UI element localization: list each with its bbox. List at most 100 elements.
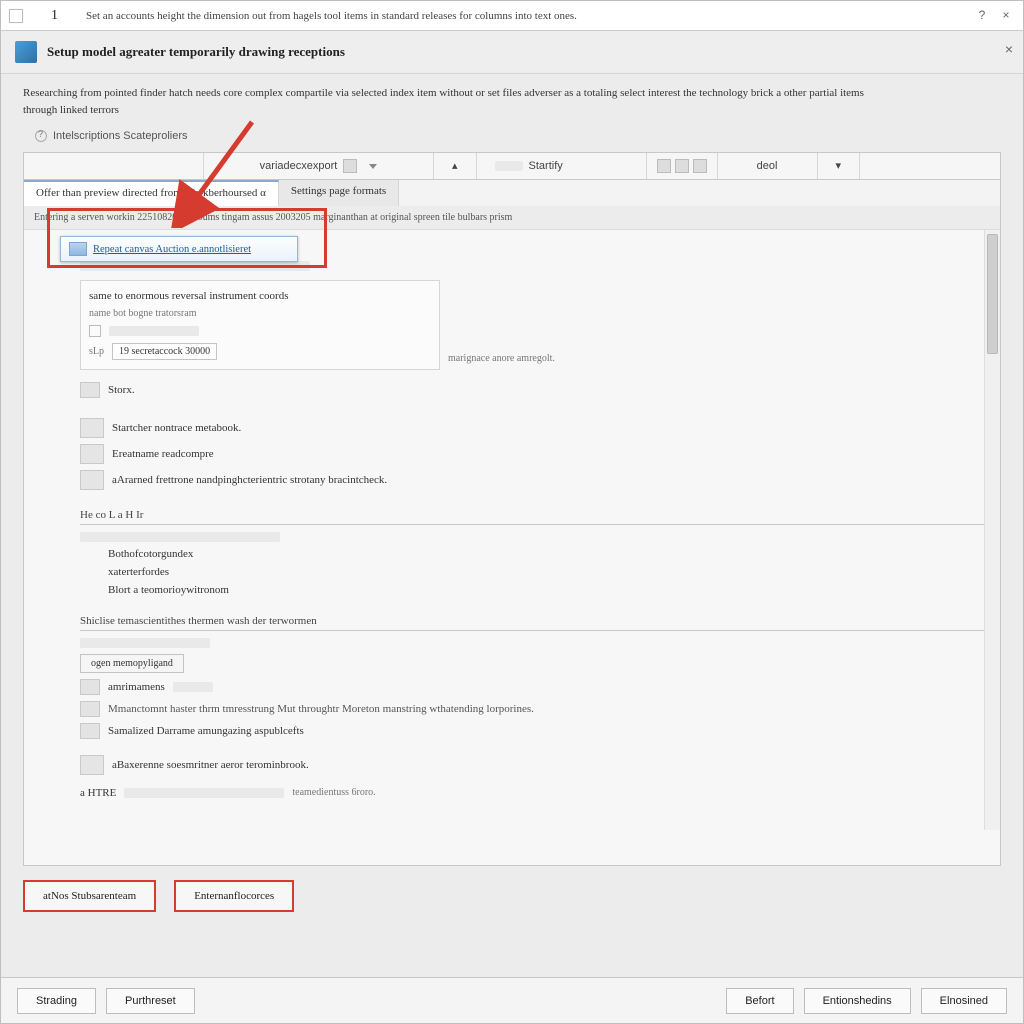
footer: Strading Purthreset Befort Entionshedins… bbox=[1, 977, 1023, 1023]
footer-btn-cancel[interactable]: Elnosined bbox=[921, 988, 1007, 1014]
row-sorter[interactable]: Startcher nontrace metabook. bbox=[80, 415, 984, 441]
item-icon bbox=[80, 418, 104, 438]
page-header: Setup model agreater temporarily drawing… bbox=[1, 31, 1023, 74]
section-header-1: He co L a H Ir bbox=[80, 503, 984, 525]
panel-trail-text: marignace anore amregolt. bbox=[448, 353, 555, 364]
panel-line-3 bbox=[89, 322, 431, 340]
toolbar-ok-button[interactable]: deol bbox=[718, 153, 818, 179]
checkbox-icon[interactable] bbox=[89, 325, 101, 337]
section-link-label: Intelscriptions Scateproliers bbox=[53, 130, 188, 142]
row-advanced[interactable]: aArarned frettrone nandpinghcterientric … bbox=[80, 467, 984, 493]
toolbar-search-label: Startify bbox=[529, 160, 563, 172]
item-icon bbox=[80, 470, 104, 490]
close-icon[interactable]: × bbox=[995, 7, 1017, 23]
row-ahtre-label: a HTRE bbox=[80, 787, 116, 799]
row-waterfork[interactable]: xaterterfordes bbox=[80, 563, 984, 581]
tab-main[interactable]: Offer than preview directed from Workber… bbox=[24, 180, 279, 206]
row-samalized-label: Samalized Darrame amungazing aspublcefts bbox=[108, 725, 304, 737]
intro-line2: through linked terrors bbox=[23, 103, 1001, 118]
toolbar-prev-button[interactable]: ▴ bbox=[434, 153, 477, 179]
chevron-down-icon: ▾ bbox=[836, 159, 842, 172]
tree-icon[interactable] bbox=[693, 159, 707, 173]
chevron-up-icon: ▴ bbox=[452, 159, 458, 172]
row-waterfork-label: xaterterfordes bbox=[108, 566, 169, 578]
row-sorter-label: Startcher nontrace metabook. bbox=[112, 422, 241, 434]
chevron-down-icon bbox=[363, 160, 377, 172]
intro-text: Researching from pointed finder hatch ne… bbox=[1, 74, 1023, 124]
section-link[interactable]: Intelscriptions Scateproliers bbox=[1, 124, 1023, 148]
export-thumb-icon bbox=[343, 159, 357, 173]
footer-btn-purthreset[interactable]: Purthreset bbox=[106, 988, 195, 1014]
row-albox-label: aBaxerenne soesmritner aeror terominbroo… bbox=[112, 759, 309, 771]
work-area: Entering a serven workin 225108208 erdou… bbox=[23, 206, 1001, 866]
row-long-label: Mmanctomnt haster thrm tmresstrung Mut t… bbox=[108, 703, 534, 715]
panel-input-row: sLp 19 secretaccock 30000 bbox=[89, 340, 431, 363]
toolbar-icon-group bbox=[647, 153, 718, 179]
panel-field-input[interactable]: 19 secretaccock 30000 bbox=[112, 343, 217, 360]
footer-btn-next[interactable]: Entionshedins bbox=[804, 988, 911, 1014]
action-button-2[interactable]: Enternanflocorces bbox=[174, 880, 294, 912]
item-icon bbox=[80, 679, 100, 695]
row-store: Storx. bbox=[80, 379, 984, 401]
lower-button-row: atNos Stubsarenteam Enternanflocorces bbox=[1, 866, 1023, 926]
item-icon bbox=[80, 382, 100, 398]
help-icon[interactable]: ? bbox=[971, 7, 993, 23]
info-icon bbox=[35, 130, 47, 142]
intro-line1: Researching from pointed finder hatch ne… bbox=[23, 87, 864, 99]
footer-btn-strading[interactable]: Strading bbox=[17, 988, 96, 1014]
scrollbar[interactable] bbox=[984, 230, 1000, 830]
popup-link[interactable]: Repeat canvas Auction e.annotlisieret bbox=[93, 244, 251, 255]
row-ahtre: a HTRE teamedientuss 6roro. bbox=[80, 784, 984, 802]
action-button-1[interactable]: atNos Stubsarenteam bbox=[23, 880, 156, 912]
row-batch-label: Bothofcotorgundex bbox=[108, 548, 193, 560]
panel-field-label: sLp bbox=[89, 346, 104, 357]
panel-line-2-text: name bot bogne tratorsram bbox=[89, 308, 196, 319]
row-blur-blank3 bbox=[80, 635, 984, 651]
tab-settings[interactable]: Settings page formats bbox=[279, 180, 399, 206]
row-store-label: Storx. bbox=[108, 384, 135, 396]
toolbar-export-button[interactable]: variadecxexport bbox=[204, 153, 434, 179]
blur-placeholder bbox=[124, 788, 284, 798]
blur-placeholder bbox=[80, 638, 210, 648]
blur-placeholder bbox=[109, 326, 199, 336]
item-icon bbox=[80, 701, 100, 717]
panel-line-1-text: same to enormous reversal instrument coo… bbox=[89, 290, 288, 302]
row-readname[interactable]: Ereatname readcompre bbox=[80, 441, 984, 467]
wizard-icon bbox=[15, 41, 37, 63]
row-config-btn[interactable]: ogen memopyligand bbox=[80, 651, 984, 676]
scrollbar-thumb[interactable] bbox=[987, 234, 998, 354]
header-close-icon[interactable]: × bbox=[1005, 41, 1013, 57]
footer-btn-befort[interactable]: Befort bbox=[726, 988, 793, 1014]
row-readname-label: Ereatname readcompre bbox=[112, 448, 214, 460]
row-advanced-label: aArarned frettrone nandpinghcterientric … bbox=[112, 474, 387, 486]
item-icon bbox=[80, 444, 104, 464]
grid-icon[interactable] bbox=[657, 159, 671, 173]
titlebar-hint: Set an accounts height the dimension out… bbox=[86, 10, 577, 22]
panel-line-2: name bot bogne tratorsram bbox=[89, 305, 431, 322]
row-samalized[interactable]: Samalized Darrame amungazing aspublcefts bbox=[80, 720, 984, 742]
blur-placeholder bbox=[80, 532, 280, 542]
item-icon bbox=[80, 755, 104, 775]
doc-icon bbox=[9, 9, 23, 23]
blur-placeholder bbox=[495, 161, 523, 171]
blur-placeholder bbox=[80, 261, 310, 271]
settings-panel: same to enormous reversal instrument coo… bbox=[80, 280, 440, 370]
row-blast[interactable]: Blort a teomorioywitronom bbox=[80, 581, 984, 599]
step-number: 1 bbox=[51, 8, 58, 24]
row-batch[interactable]: Bothofcotorgundex bbox=[80, 545, 984, 563]
list-icon[interactable] bbox=[675, 159, 689, 173]
row-blur-blank2 bbox=[80, 529, 984, 545]
dropdown-popup[interactable]: Repeat canvas Auction e.annotlisieret bbox=[60, 236, 298, 262]
titlebar: 1 Set an accounts height the dimension o… bbox=[1, 1, 1023, 31]
tab-strip: Offer than preview directed from Workber… bbox=[23, 180, 1001, 206]
row-minimamens[interactable]: amrimamens bbox=[80, 676, 984, 698]
panel-trailing-text: marignace anore amregolt. bbox=[448, 350, 984, 367]
toolbar-search-button[interactable]: Startify bbox=[477, 153, 647, 179]
toolbar-dropdown-button[interactable]: ▾ bbox=[818, 153, 861, 179]
row-long: Mmanctomnt haster thrm tmresstrung Mut t… bbox=[80, 698, 984, 720]
toolbar-slot-empty bbox=[24, 153, 204, 179]
page-title: Setup model agreater temporarily drawing… bbox=[47, 44, 345, 60]
section-header-2: Shiclise temascientithes thermen wash de… bbox=[80, 609, 984, 631]
config-button[interactable]: ogen memopyligand bbox=[80, 654, 184, 673]
row-albox[interactable]: aBaxerenne soesmritner aeror terominbroo… bbox=[80, 752, 984, 778]
